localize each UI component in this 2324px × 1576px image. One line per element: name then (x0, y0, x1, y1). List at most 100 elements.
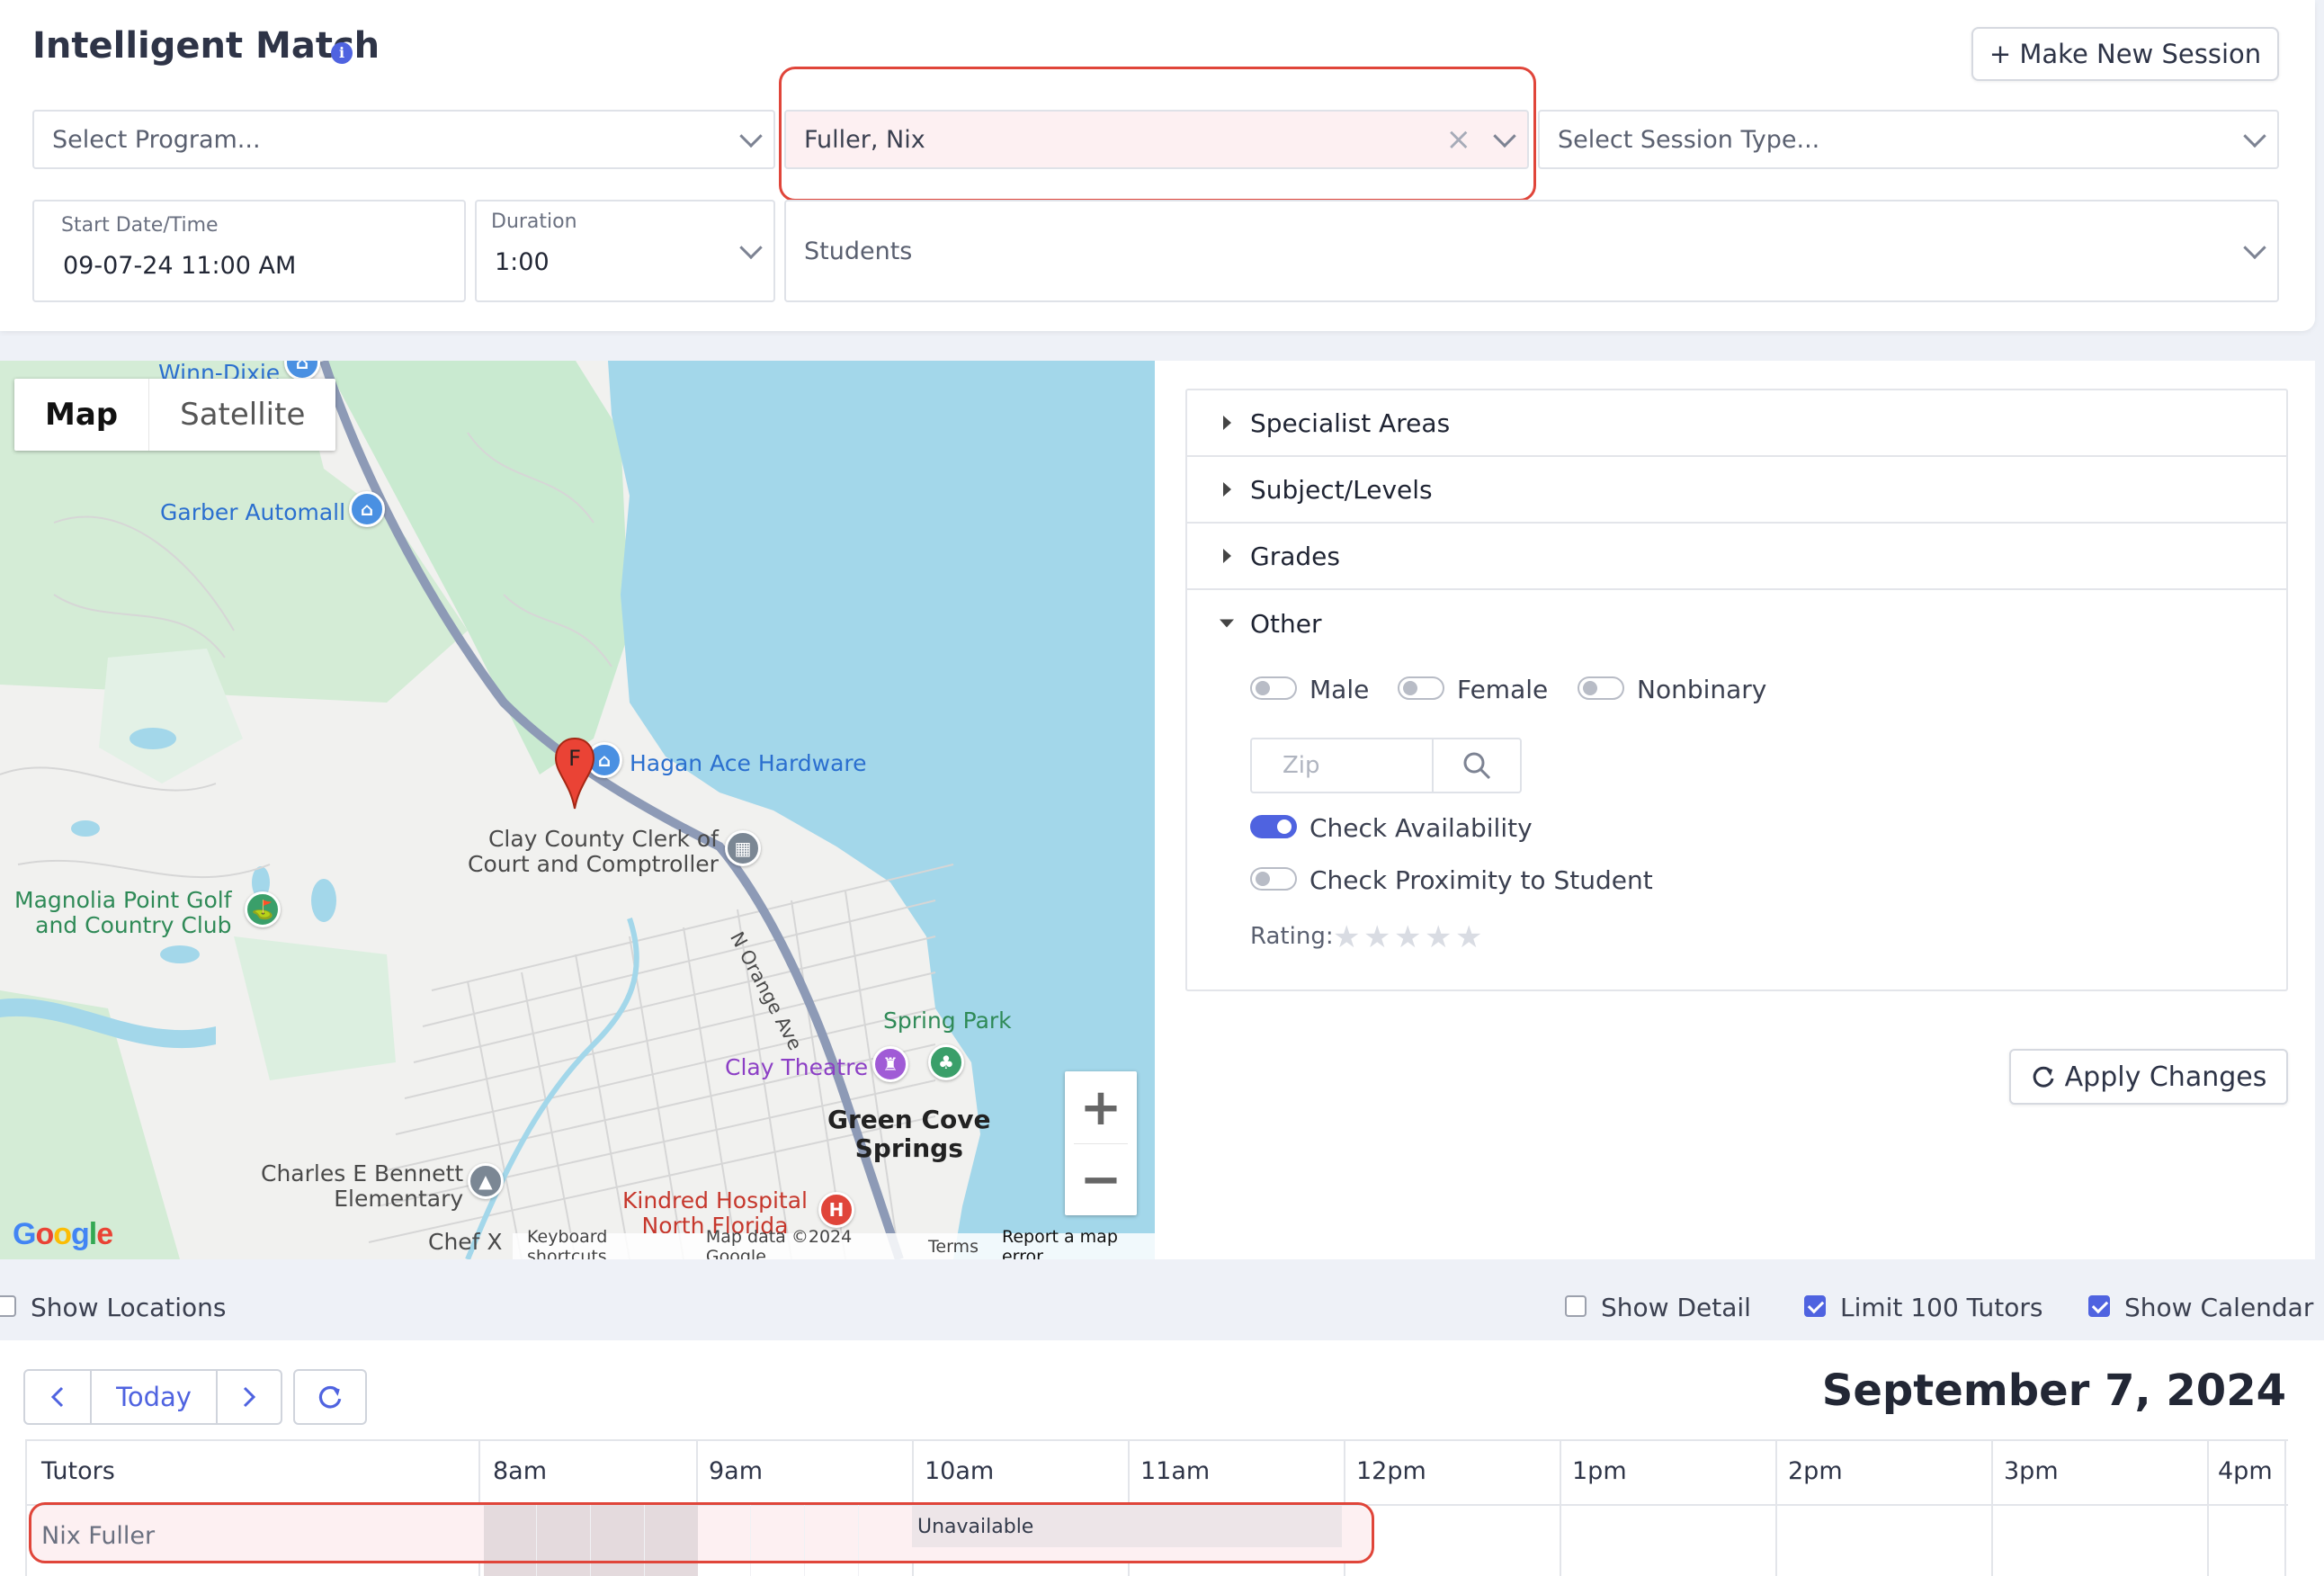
accordion-label: Grades (1250, 541, 1340, 571)
school-icon[interactable]: ▲ (468, 1163, 504, 1199)
map-type-satellite-button[interactable]: Satellite (149, 379, 335, 451)
map-footer: Keyboard shortcuts Map data ©2024 Google… (513, 1227, 1155, 1259)
chevron-left-icon (50, 1386, 64, 1408)
hour-label: 11am (1140, 1457, 1211, 1485)
map-label-clay-theatre[interactable]: Clay Theatre (725, 1055, 868, 1080)
check-availability-label: Check Availability (1309, 813, 1533, 843)
grid-line (1775, 1439, 1777, 1576)
refresh-icon (2033, 1066, 2054, 1088)
star-icon[interactable]: ★ (1363, 919, 1390, 955)
rating-label: Rating: (1250, 923, 1334, 950)
hour-label: 9am (709, 1457, 764, 1485)
zip-input[interactable]: Zip (1250, 738, 1432, 793)
start-datetime-field[interactable]: Start Date/Time 09-07-24 11:00 AM (32, 200, 466, 302)
clear-icon[interactable]: × (1446, 124, 1472, 155)
star-icon[interactable]: ★ (1455, 919, 1482, 955)
program-select[interactable]: Select Program... (32, 110, 775, 169)
accordion-label: Subject/Levels (1250, 474, 1433, 505)
zoom-in-button[interactable]: + (1065, 1071, 1137, 1143)
check-proximity-toggle[interactable] (1250, 867, 1297, 891)
students-label: Students (804, 237, 913, 265)
limit-tutors-checkbox[interactable] (1804, 1295, 1826, 1317)
apply-changes-button[interactable]: Apply Changes (2009, 1049, 2288, 1105)
tutor-location-marker[interactable]: F (552, 737, 597, 810)
show-calendar-label: Show Calendar (2124, 1293, 2314, 1322)
zip-search-button[interactable] (1432, 738, 1522, 793)
caret-right-icon (1223, 416, 1231, 430)
star-icon[interactable]: ★ (1394, 919, 1421, 955)
accordion-grades[interactable]: Grades (1187, 524, 2286, 590)
show-detail-checkbox[interactable] (1565, 1295, 1587, 1317)
duration-select[interactable]: Duration 1:00 (475, 200, 775, 302)
terms-link[interactable]: Terms (928, 1237, 979, 1257)
students-select[interactable]: Students (784, 200, 2279, 302)
hour-label: 10am (925, 1457, 995, 1485)
theatre-icon[interactable]: ♜ (872, 1046, 908, 1082)
grid-line (2284, 1439, 2286, 1576)
star-icon[interactable]: ★ (1425, 919, 1452, 955)
refresh-icon (318, 1385, 342, 1409)
previous-day-button[interactable] (25, 1371, 90, 1423)
map-data-attribution: Map data ©2024 Google (705, 1226, 853, 1260)
show-locations-label: Show Locations (31, 1293, 227, 1322)
start-datetime-label: Start Date/Time (61, 214, 219, 237)
session-type-placeholder: Select Session Type... (1558, 125, 1820, 154)
chevron-down-icon (2243, 236, 2266, 260)
accordion-specialist-areas[interactable]: Specialist Areas (1187, 390, 2286, 457)
calendar-nav: Today (23, 1369, 282, 1425)
session-type-select[interactable]: Select Session Type... (1538, 110, 2279, 169)
marker-letter: F (568, 746, 581, 771)
grid-subline (590, 1504, 591, 1576)
zoom-out-button[interactable]: − (1065, 1143, 1137, 1215)
map-label-clay-county-clerk[interactable]: Clay County Clerk of Court and Comptroll… (468, 827, 719, 877)
golf-icon[interactable]: ⛳ (245, 891, 281, 927)
hospital-icon[interactable]: H (818, 1192, 854, 1228)
make-new-session-button[interactable]: + Make New Session (1971, 27, 2279, 81)
star-icon[interactable]: ★ (1333, 919, 1360, 955)
map-label-hagan-ace-hardware[interactable]: Hagan Ace Hardware (630, 751, 867, 776)
show-calendar-checkbox[interactable] (2088, 1295, 2110, 1317)
apply-changes-label: Apply Changes (2064, 1061, 2267, 1093)
start-datetime-value: 09-07-24 11:00 AM (63, 252, 297, 280)
limit-tutors-label: Limit 100 Tutors (1840, 1293, 2043, 1322)
map-label-spring-park[interactable]: Spring Park (883, 1008, 1012, 1034)
nonbinary-toggle[interactable] (1578, 676, 1624, 700)
map-label-charles-bennett[interactable]: Charles E Bennett Elementary (261, 1161, 463, 1212)
google-logo: Google (13, 1217, 113, 1251)
map[interactable]: ⌂ Winn-Dixie ⌂ Garber Automall ⌂ Hagan A… (0, 361, 1155, 1259)
shopping-icon[interactable]: ⌂ (349, 491, 385, 527)
calendar-refresh-button[interactable] (293, 1369, 367, 1425)
check-proximity-label: Check Proximity to Student (1309, 865, 1653, 895)
female-toggle[interactable] (1398, 676, 1444, 700)
map-label-chef-x[interactable]: Chef X (428, 1230, 503, 1255)
keyboard-shortcuts-link[interactable]: Keyboard shortcuts (527, 1227, 683, 1260)
chevron-down-icon (1493, 124, 1516, 148)
male-toggle[interactable] (1250, 676, 1297, 700)
map-label-garber-automall[interactable]: Garber Automall (160, 500, 345, 525)
map-type-map-button[interactable]: Map (14, 379, 150, 451)
show-locations-checkbox[interactable] (0, 1295, 16, 1317)
tutor-select[interactable]: Fuller, Nix × (784, 110, 1529, 169)
grid-line (1991, 1439, 1993, 1576)
government-building-icon[interactable]: ▦ (725, 830, 761, 866)
info-icon[interactable]: i (331, 42, 353, 64)
nonbinary-label: Nonbinary (1637, 675, 1767, 704)
map-label-magnolia-point[interactable]: Magnolia Point Golf and Country Club (14, 888, 232, 938)
unavailable-block[interactable]: Unavailable (912, 1506, 1342, 1547)
duration-label: Duration (491, 210, 577, 233)
park-icon[interactable]: ♣ (928, 1044, 964, 1080)
accordion-other[interactable]: Other (1187, 590, 2286, 657)
next-day-button[interactable] (216, 1371, 281, 1423)
page-title: Intelligent Match (32, 25, 380, 67)
tutor-name[interactable]: Nix Fuller (41, 1522, 155, 1550)
blocked-time-block[interactable] (484, 1504, 698, 1576)
check-availability-toggle[interactable] (1250, 815, 1297, 838)
caret-right-icon (1223, 482, 1231, 497)
show-detail-label: Show Detail (1601, 1293, 1751, 1322)
today-button[interactable]: Today (90, 1371, 216, 1423)
report-map-error-link[interactable]: Report a map error (1002, 1227, 1155, 1260)
calendar-date-title: September 7, 2024 (1821, 1366, 2286, 1416)
accordion-subject-levels[interactable]: Subject/Levels (1187, 457, 2286, 524)
chevron-right-icon (243, 1386, 256, 1408)
hour-label: 1pm (1572, 1457, 1627, 1485)
